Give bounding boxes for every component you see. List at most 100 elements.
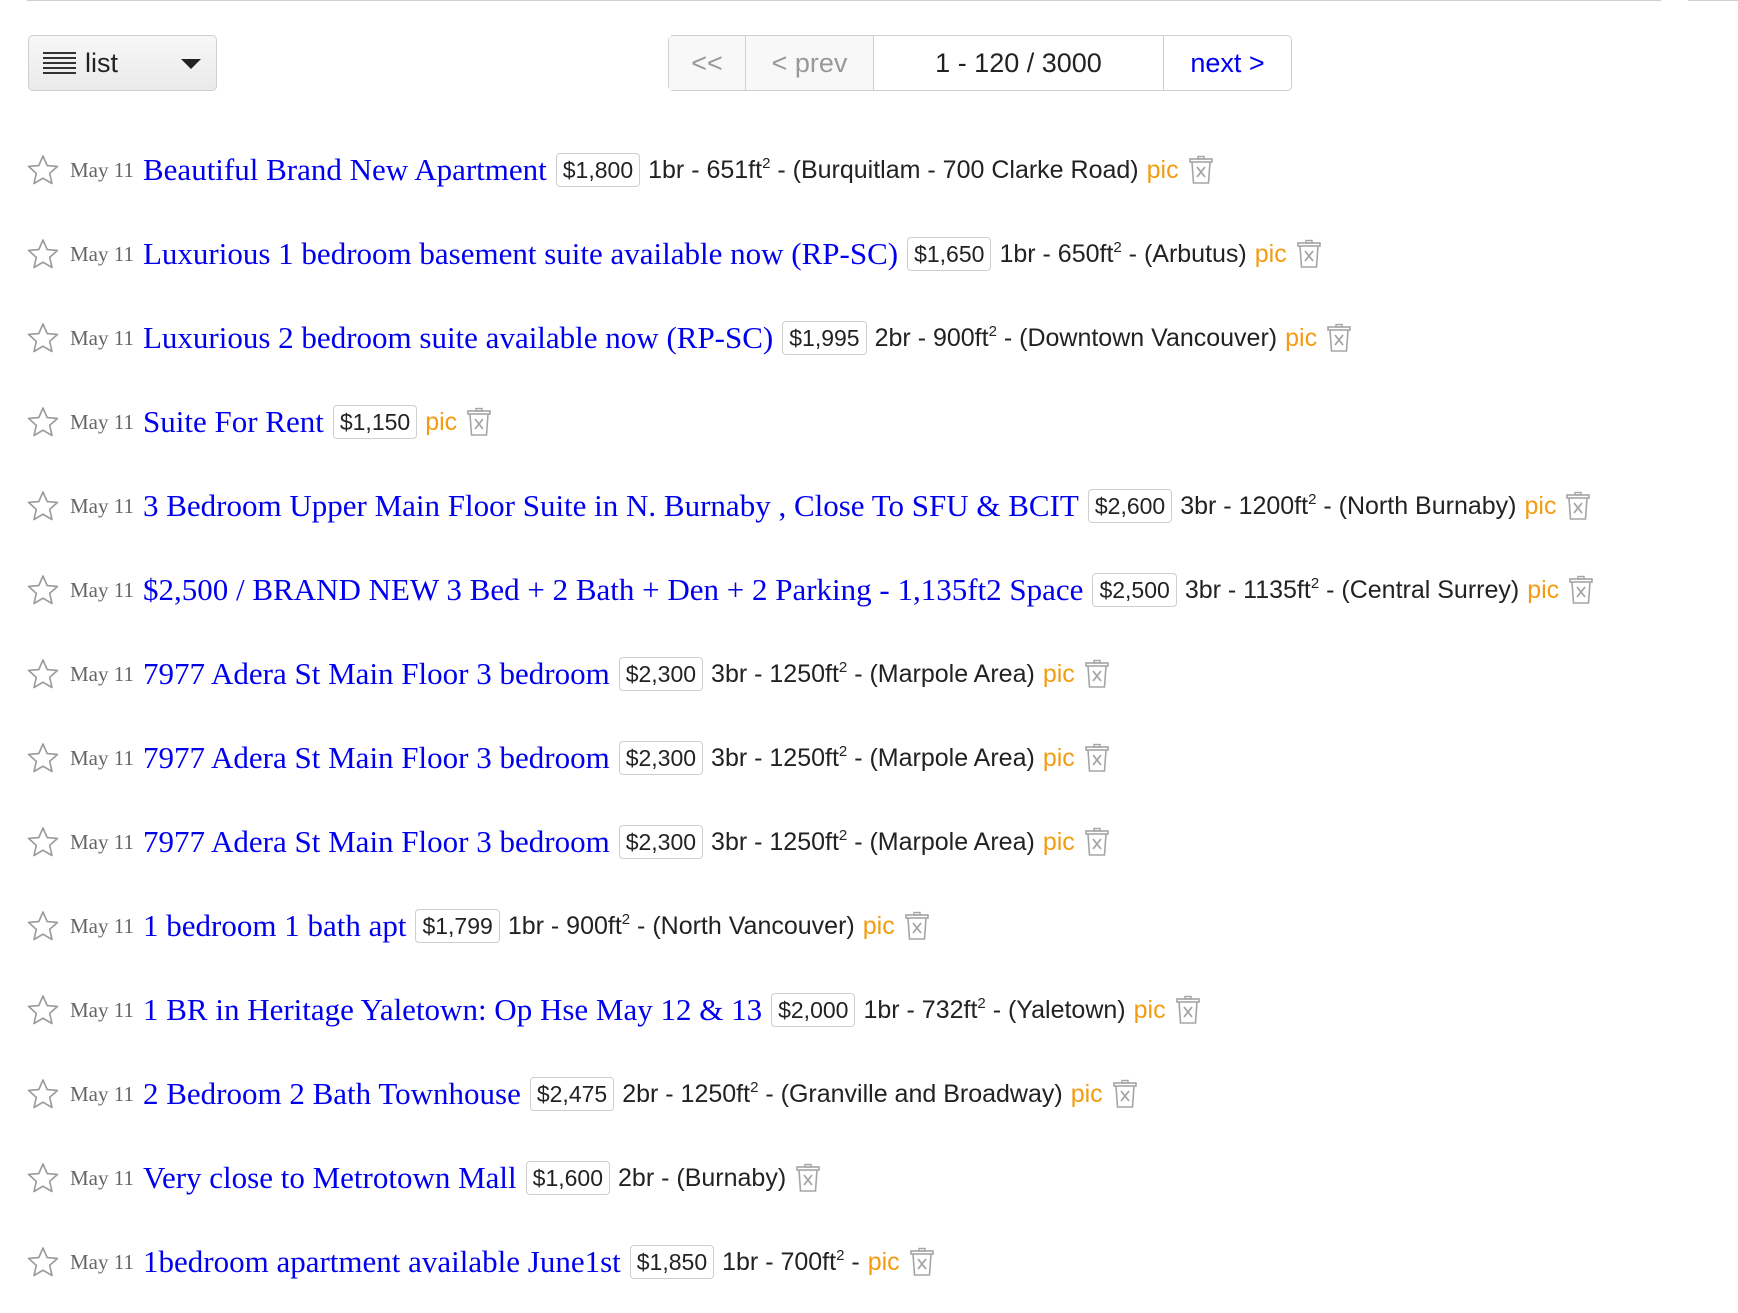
listing-location: (Yaletown) [1007, 995, 1126, 1024]
hide-listing-trash-icon[interactable] [1083, 659, 1111, 689]
listing-housing: 1br - 732ft [863, 995, 978, 1024]
pic-indicator: pic [1285, 323, 1318, 352]
listing-price: $2,000 [771, 993, 856, 1027]
listing-title-link[interactable]: Luxurious 1 bedroom basement suite avail… [143, 236, 898, 272]
meta-separator: - [1319, 575, 1342, 604]
listing-date: May 11 [70, 997, 134, 1022]
listing-title-link[interactable]: Suite For Rent [143, 404, 324, 440]
squared-superscript: 2 [838, 742, 848, 760]
listing-title-link[interactable]: 7977 Adera St Main Floor 3 bedroom [143, 656, 610, 692]
listing-meta: 1br - 900ft2 - (North Vancouver) [508, 912, 855, 941]
star-icon[interactable] [27, 994, 59, 1026]
listing-price: $1,799 [415, 909, 500, 943]
listing-date: May 11 [70, 913, 134, 938]
hide-listing-trash-icon[interactable] [465, 407, 493, 437]
listing-price: $1,850 [629, 1245, 715, 1279]
listing-title-link[interactable]: 7977 Adera St Main Floor 3 bedroom [143, 824, 610, 860]
listing-title-link[interactable]: 1 BR in Heritage Yaletown: Op Hse May 12… [143, 992, 762, 1028]
star-icon[interactable] [27, 490, 59, 522]
pic-indicator: pic [1146, 155, 1179, 184]
star-icon[interactable] [27, 742, 59, 774]
listing-row: May 11 2 Bedroom 2 Bath Townhouse $2,475 2b… [27, 1061, 1595, 1145]
listing-row: May 11 7977 Adera St Main Floor 3 bedroom… [27, 641, 1595, 725]
listing-location: (Burquitlam - 700 Clarke Road) [792, 155, 1139, 184]
listing-title-link[interactable]: 7977 Adera St Main Floor 3 bedroom [143, 740, 610, 776]
star-icon[interactable] [27, 322, 59, 354]
listing-row: May 11 1 bedroom 1 bath apt $1,799 1br - 90… [27, 893, 1595, 977]
squared-superscript: 2 [1113, 238, 1122, 256]
listing-row: May 11 1bedroom apartment available June1… [27, 1229, 1595, 1313]
listing-date: May 11 [70, 661, 134, 686]
result-range: 1 - 120 / 3000 [874, 36, 1164, 90]
squared-superscript: 2 [621, 910, 631, 928]
meta-separator: - [654, 1163, 677, 1192]
listing-price: $2,500 [1092, 573, 1177, 607]
listing-title-link[interactable]: 1 bedroom 1 bath apt [143, 908, 406, 944]
top-divider [27, 0, 1661, 1]
hide-listing-trash-icon[interactable] [1564, 491, 1592, 521]
pic-indicator: pic [1254, 239, 1287, 268]
star-icon[interactable] [27, 1078, 59, 1110]
hide-listing-trash-icon[interactable] [1111, 1079, 1139, 1109]
listing-price: $1,800 [555, 153, 641, 187]
star-icon[interactable] [27, 154, 59, 186]
meta-separator: - [996, 323, 1020, 352]
hide-listing-trash-icon[interactable] [1187, 155, 1215, 185]
pic-indicator: pic [1527, 575, 1560, 604]
listing-date: May 11 [70, 409, 134, 434]
listing-location: (Marpole Area) [869, 659, 1035, 688]
listing-title-link[interactable]: Beautiful Brand New Apartment [143, 152, 547, 188]
listing-title-link[interactable]: 1bedroom apartment available June1st [143, 1244, 621, 1280]
listing-title-link[interactable]: $2,500 / BRAND NEW 3 Bed + 2 Bath + Den … [143, 572, 1083, 608]
star-icon[interactable] [27, 658, 59, 690]
first-page-button[interactable]: << [669, 36, 746, 90]
listing-meta: 3br - 1250ft2 - (Marpole Area) [711, 744, 1035, 773]
listing-housing: 2br - 1250ft [622, 1079, 751, 1108]
hide-listing-trash-icon[interactable] [908, 1247, 936, 1277]
meta-separator: - [758, 1079, 781, 1108]
listing-housing: 2br - 900ft [874, 323, 989, 352]
hide-listing-trash-icon[interactable] [1083, 827, 1111, 857]
star-icon[interactable] [27, 574, 59, 606]
pic-indicator: pic [1042, 659, 1075, 688]
star-icon[interactable] [27, 910, 59, 942]
star-icon[interactable] [27, 1246, 59, 1278]
meta-separator: - [847, 659, 870, 688]
pic-indicator: pic [1070, 1079, 1103, 1108]
listing-row: May 11 Very close to Metrotown Mall $1,600… [27, 1145, 1595, 1229]
hide-listing-trash-icon[interactable] [1567, 575, 1595, 605]
listing-housing: 1br - 651ft [648, 155, 763, 184]
listing-meta: 1br - 651ft2 - (Burquitlam - 700 Clarke … [648, 156, 1139, 185]
listing-location: (Granville and Broadway) [780, 1079, 1063, 1108]
listing-title-link[interactable]: Very close to Metrotown Mall [143, 1160, 517, 1196]
prev-page-button[interactable]: < prev [746, 36, 874, 90]
pic-indicator: pic [1042, 827, 1075, 856]
listing-row: May 11 7977 Adera St Main Floor 3 bedroom… [27, 725, 1595, 809]
hide-listing-trash-icon[interactable] [1295, 239, 1323, 269]
star-icon[interactable] [27, 238, 59, 270]
listing-date: May 11 [70, 493, 134, 518]
squared-superscript: 2 [838, 658, 848, 676]
listing-title-link[interactable]: 3 Bedroom Upper Main Floor Suite in N. B… [143, 488, 1079, 524]
hide-listing-trash-icon[interactable] [903, 911, 931, 941]
listing-title-link[interactable]: Luxurious 2 bedroom suite available now … [143, 320, 773, 356]
listing-date: May 11 [70, 1249, 134, 1274]
star-icon[interactable] [27, 826, 59, 858]
hide-listing-trash-icon[interactable] [794, 1163, 822, 1193]
view-mode-dropdown[interactable]: list [28, 35, 217, 91]
listing-location: (Central Surrey) [1341, 575, 1520, 604]
pic-indicator: pic [862, 911, 895, 940]
next-page-button[interactable]: next > [1164, 36, 1291, 90]
star-icon[interactable] [27, 406, 59, 438]
hide-listing-trash-icon[interactable] [1174, 995, 1202, 1025]
top-divider-right [1688, 0, 1738, 1]
star-icon[interactable] [27, 1162, 59, 1194]
listing-row: May 11 1 BR in Heritage Yaletown: Op Hse … [27, 977, 1595, 1061]
hide-listing-trash-icon[interactable] [1325, 323, 1353, 353]
meta-separator: - [1121, 239, 1144, 268]
listing-title-link[interactable]: 2 Bedroom 2 Bath Townhouse [143, 1076, 521, 1112]
hide-listing-trash-icon[interactable] [1083, 743, 1111, 773]
pic-indicator: pic [1524, 491, 1557, 520]
listing-row: May 11 Beautiful Brand New Apartment $1,80… [27, 137, 1595, 221]
listing-date: May 11 [70, 325, 134, 350]
